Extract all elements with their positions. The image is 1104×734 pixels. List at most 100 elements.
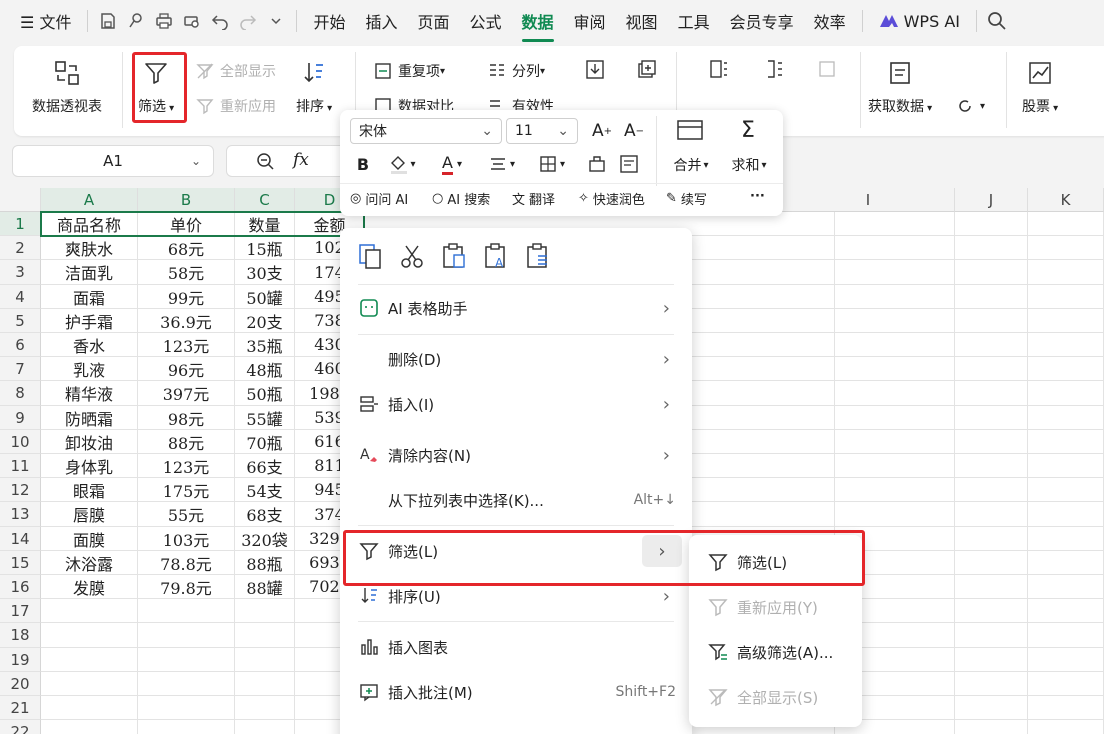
- table-cell[interactable]: [41, 696, 138, 720]
- column-header-b[interactable]: B: [138, 188, 235, 212]
- table-cell[interactable]: 唇膜: [41, 502, 138, 527]
- empty-cell[interactable]: [1028, 406, 1104, 430]
- format-painter-icon[interactable]: [122, 7, 150, 35]
- empty-cell[interactable]: [1028, 720, 1104, 734]
- select-all-corner[interactable]: [0, 188, 41, 212]
- polish-button[interactable]: ✧ 快速润色: [578, 189, 645, 208]
- ungroup-icon-button[interactable]: [764, 58, 790, 80]
- empty-cell[interactable]: [1028, 623, 1104, 648]
- row-header[interactable]: 4: [0, 285, 41, 309]
- table-cell[interactable]: 眼霜: [41, 478, 138, 502]
- save-icon[interactable]: [94, 7, 122, 35]
- empty-cell[interactable]: [955, 502, 1028, 527]
- empty-cell[interactable]: [1028, 575, 1104, 599]
- row-header[interactable]: 11: [0, 454, 41, 478]
- tab-home[interactable]: 开始: [303, 9, 355, 33]
- empty-cell[interactable]: [1028, 551, 1104, 575]
- fx-icon[interactable]: fx: [293, 150, 309, 170]
- table-cell[interactable]: [138, 672, 235, 696]
- empty-cell[interactable]: [1028, 599, 1104, 623]
- table-cell[interactable]: 15瓶: [235, 236, 295, 260]
- row-header[interactable]: 3: [0, 260, 41, 285]
- wrap-text-icon[interactable]: [616, 151, 642, 177]
- empty-cell[interactable]: [835, 430, 955, 454]
- merge-cells-icon[interactable]: [672, 116, 708, 144]
- table-cell[interactable]: 175元: [138, 478, 235, 502]
- table-cell[interactable]: 防晒霜: [41, 406, 138, 430]
- table-cell[interactable]: 68支: [235, 502, 295, 527]
- tab-member[interactable]: 会员专享: [720, 9, 804, 33]
- table-cell[interactable]: 爽肤水: [41, 236, 138, 260]
- empty-cell[interactable]: [955, 720, 1028, 734]
- row-header[interactable]: 18: [0, 623, 41, 648]
- table-cell[interactable]: 58元: [138, 260, 235, 285]
- tab-view[interactable]: 视图: [616, 9, 668, 33]
- table-cell[interactable]: [41, 672, 138, 696]
- empty-cell[interactable]: [1028, 285, 1104, 309]
- table-cell[interactable]: [138, 623, 235, 648]
- empty-cell[interactable]: [955, 430, 1028, 454]
- table-cell[interactable]: 103元: [138, 527, 235, 551]
- consolidate-icon-button[interactable]: [636, 58, 662, 80]
- table-cell[interactable]: 66支: [235, 454, 295, 478]
- empty-cell[interactable]: [1028, 648, 1104, 672]
- insert-chart-item[interactable]: 插入图表: [340, 627, 692, 667]
- get-data-button[interactable]: 获取数据 ▾: [868, 56, 932, 116]
- table-cell[interactable]: [41, 720, 138, 734]
- empty-cell[interactable]: [955, 285, 1028, 309]
- table-cell[interactable]: 48瓶: [235, 357, 295, 381]
- empty-cell[interactable]: [835, 381, 955, 406]
- submenu-reapply-item[interactable]: 重新应用(Y): [689, 587, 862, 627]
- table-cell[interactable]: 50罐: [235, 285, 295, 309]
- empty-cell[interactable]: [1028, 236, 1104, 260]
- table-cell[interactable]: 99元: [138, 285, 235, 309]
- table-cell[interactable]: 发膜: [41, 575, 138, 599]
- empty-cell[interactable]: [955, 623, 1028, 648]
- empty-cell[interactable]: [1028, 527, 1104, 551]
- empty-cell[interactable]: [1028, 260, 1104, 285]
- paste-values-icon[interactable]: [524, 242, 552, 274]
- empty-cell[interactable]: [955, 260, 1028, 285]
- fill-color-icon[interactable]: ▾: [382, 151, 422, 177]
- insert-item[interactable]: 插入(I) ›: [340, 384, 692, 424]
- ask-ai-button[interactable]: ◎ 问问 AI: [350, 189, 408, 208]
- row-header[interactable]: 15: [0, 551, 41, 575]
- row-header[interactable]: 8: [0, 381, 41, 406]
- row-header[interactable]: 16: [0, 575, 41, 599]
- table-cell[interactable]: [235, 599, 295, 623]
- table-cell[interactable]: 88罐: [235, 575, 295, 599]
- column-header-c[interactable]: C: [235, 188, 295, 212]
- empty-cell[interactable]: [1028, 454, 1104, 478]
- tab-insert[interactable]: 插入: [355, 9, 407, 33]
- merge-button[interactable]: 合并 ▾: [666, 154, 716, 176]
- table-cell[interactable]: 78.8元: [138, 551, 235, 575]
- empty-cell[interactable]: [835, 502, 955, 527]
- wps-ai-button[interactable]: WPS AI: [869, 12, 970, 31]
- empty-cell[interactable]: [955, 527, 1028, 551]
- table-cell[interactable]: [235, 672, 295, 696]
- submenu-show-all-item[interactable]: 全部显示(S): [689, 677, 862, 717]
- print-icon[interactable]: [150, 7, 178, 35]
- font-size-select[interactable]: 11 ⌄: [506, 118, 578, 144]
- increase-font-icon[interactable]: A +: [590, 118, 614, 144]
- copy-icon[interactable]: [356, 242, 384, 274]
- duplicates-button[interactable]: 重复项 ▾: [372, 60, 445, 82]
- row-header[interactable]: 19: [0, 648, 41, 672]
- empty-cell[interactable]: [955, 357, 1028, 381]
- table-cell[interactable]: 123元: [138, 333, 235, 357]
- row-header[interactable]: 2: [0, 236, 41, 260]
- table-cell[interactable]: 50瓶: [235, 381, 295, 406]
- tab-tools[interactable]: 工具: [668, 9, 720, 33]
- table-cell[interactable]: 397元: [138, 381, 235, 406]
- empty-cell[interactable]: [835, 478, 955, 502]
- table-cell[interactable]: 精华液: [41, 381, 138, 406]
- empty-cell[interactable]: [835, 212, 955, 236]
- more-button[interactable]: ···: [750, 189, 765, 204]
- empty-cell[interactable]: [955, 575, 1028, 599]
- table-cell[interactable]: 护手霜: [41, 309, 138, 333]
- row-header[interactable]: 12: [0, 478, 41, 502]
- tab-formula[interactable]: 公式: [460, 9, 512, 33]
- table-cell[interactable]: 沐浴露: [41, 551, 138, 575]
- clear-content-item[interactable]: A 清除内容(N) ›: [340, 435, 692, 475]
- sum-button[interactable]: 求和 ▾: [724, 154, 774, 176]
